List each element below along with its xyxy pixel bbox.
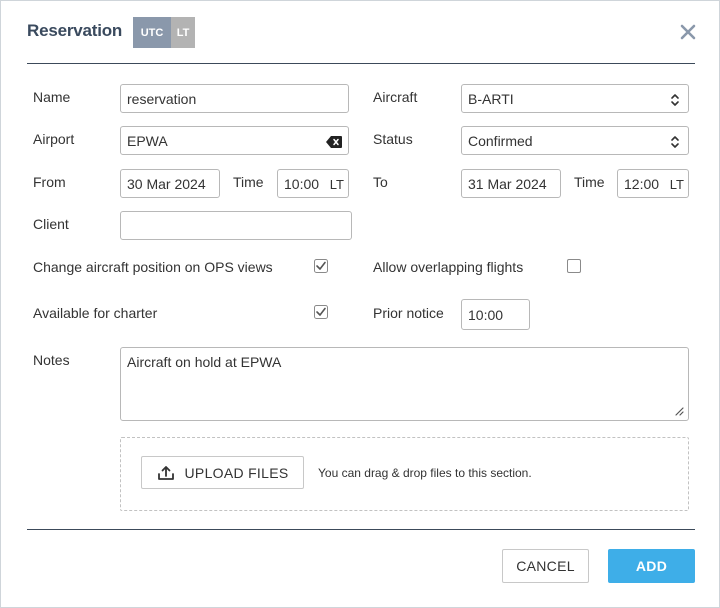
lt-toggle-button[interactable]: LT: [171, 17, 195, 48]
name-value: reservation: [127, 90, 197, 107]
to-date-input[interactable]: 31 Mar 2024: [461, 169, 561, 198]
from-date-value: 30 Mar 2024: [127, 175, 206, 192]
to-label: To: [373, 174, 388, 190]
airport-input[interactable]: EPWA: [120, 126, 349, 155]
charter-checkbox[interactable]: [314, 305, 328, 319]
resize-grip-icon[interactable]: [674, 406, 684, 416]
footer-separator: [27, 529, 695, 530]
to-time-value: 12:00: [624, 175, 660, 192]
reservation-dialog: Reservation UTC LT Name reservation Airc…: [0, 0, 720, 608]
from-time-value: 10:00: [284, 175, 320, 192]
utc-toggle-button[interactable]: UTC: [133, 17, 171, 48]
cancel-button[interactable]: CANCEL: [502, 549, 589, 583]
notes-label: Notes: [33, 352, 70, 368]
backspace-clear-icon[interactable]: [326, 136, 342, 148]
charter-label: Available for charter: [33, 305, 158, 321]
to-time-suffix: LT: [669, 177, 684, 192]
airport-label: Airport: [33, 131, 75, 147]
to-date-value: 31 Mar 2024: [468, 175, 547, 192]
notes-textarea[interactable]: Aircraft on hold at EPWA: [120, 347, 689, 421]
add-button[interactable]: ADD: [608, 549, 695, 583]
from-time-suffix: LT: [329, 177, 344, 192]
name-input[interactable]: reservation: [120, 84, 349, 113]
prior-notice-input[interactable]: 10:00: [461, 299, 530, 330]
to-time-input[interactable]: 12:00 LT: [617, 169, 689, 198]
name-label: Name: [33, 89, 71, 105]
allow-overlap-label: Allow overlapping flights: [373, 259, 524, 275]
status-value: Confirmed: [468, 132, 533, 149]
dialog-title: Reservation: [27, 21, 123, 40]
to-time-label: Time: [574, 174, 605, 190]
from-time-label: Time: [233, 174, 264, 190]
from-time-input[interactable]: 10:00 LT: [277, 169, 349, 198]
change-position-label: Change aircraft position on OPS views: [33, 259, 273, 275]
close-icon: [680, 24, 696, 40]
client-input[interactable]: [120, 211, 352, 240]
header-separator: [27, 63, 695, 64]
airport-value: EPWA: [127, 132, 168, 149]
change-position-checkbox[interactable]: [314, 259, 328, 273]
timezone-toggle: UTC LT: [133, 17, 195, 48]
aircraft-label: Aircraft: [373, 89, 418, 105]
aircraft-value: B-ARTI: [468, 90, 514, 107]
status-select[interactable]: Confirmed: [461, 126, 689, 155]
upload-files-label: UPLOAD FILES: [184, 464, 289, 481]
status-label: Status: [373, 131, 413, 147]
allow-overlap-checkbox[interactable]: [567, 259, 581, 273]
chevron-updown-icon: [671, 136, 679, 148]
prior-notice-label: Prior notice: [373, 305, 444, 321]
client-label: Client: [33, 216, 69, 232]
upload-icon: [157, 465, 174, 480]
from-label: From: [33, 174, 66, 190]
notes-value: Aircraft on hold at EPWA: [127, 354, 282, 370]
checkbox-checked-icon: [314, 305, 328, 319]
upload-files-button[interactable]: UPLOAD FILES: [141, 456, 304, 489]
dropzone-hint: You can drag & drop files to this sectio…: [318, 466, 532, 480]
chevron-updown-icon: [671, 94, 679, 106]
checkbox-checked-icon: [314, 259, 328, 273]
aircraft-select[interactable]: B-ARTI: [461, 84, 689, 113]
prior-notice-value: 10:00: [468, 306, 504, 323]
close-button[interactable]: [677, 21, 699, 43]
from-date-input[interactable]: 30 Mar 2024: [120, 169, 220, 198]
